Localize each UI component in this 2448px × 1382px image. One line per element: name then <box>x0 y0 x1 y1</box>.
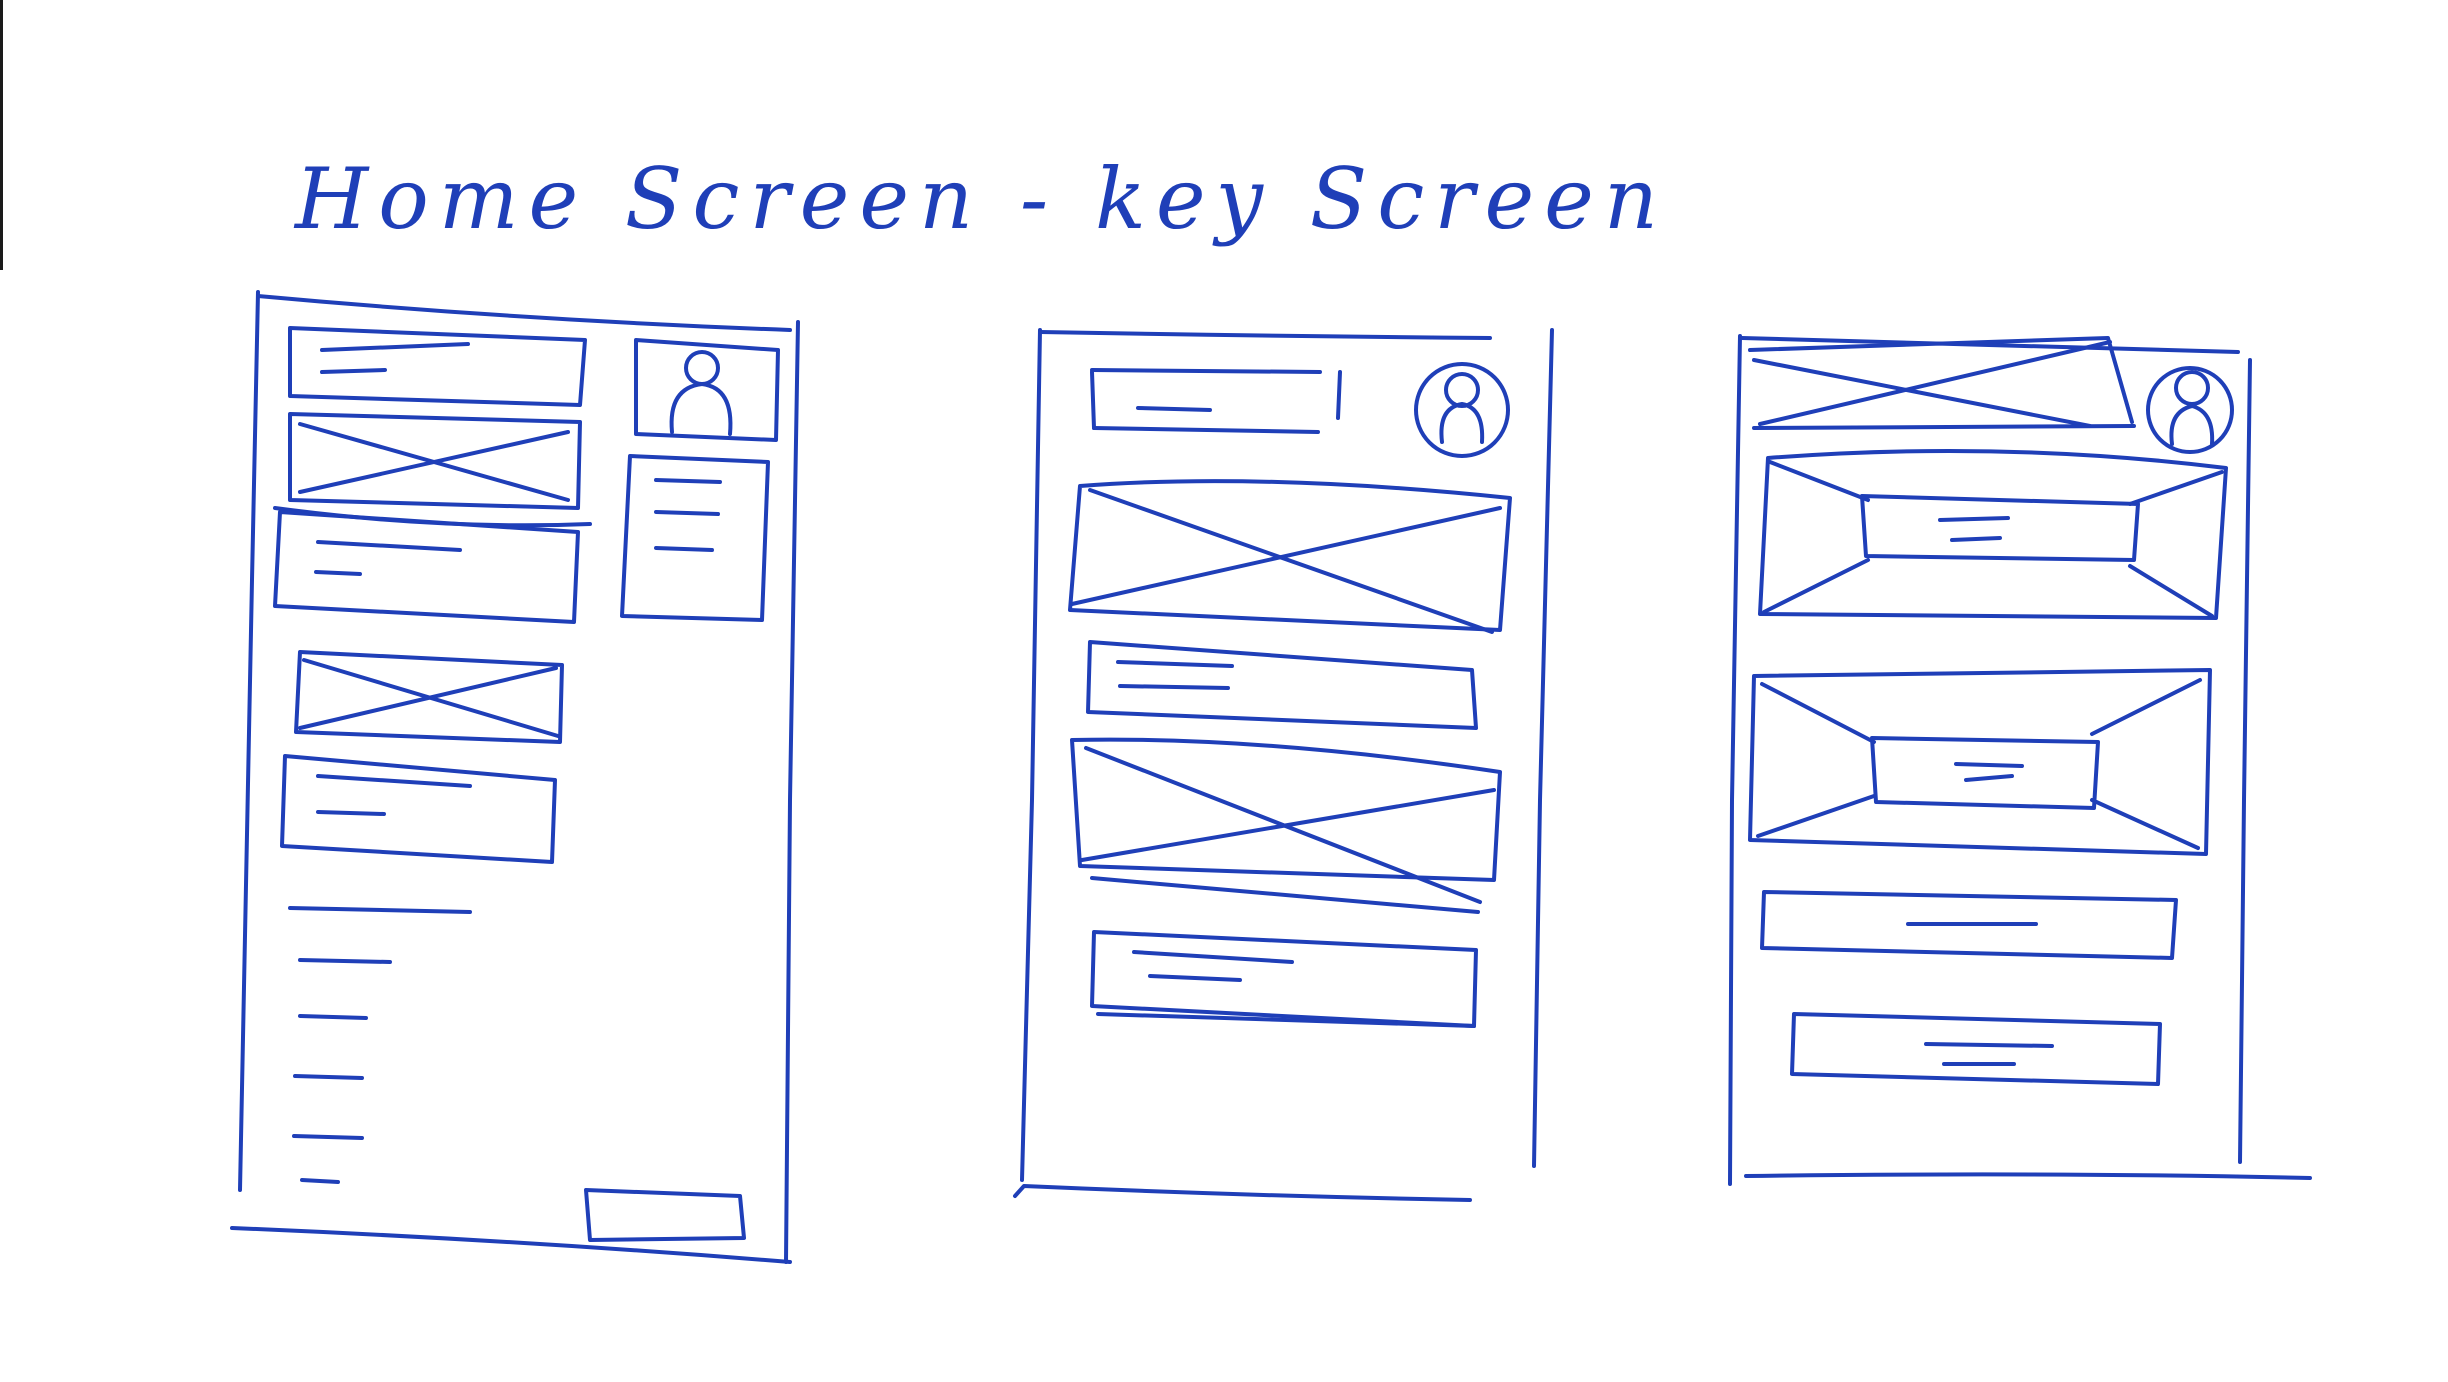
image-placeholder <box>1070 737 1502 914</box>
text-card <box>1086 640 1478 730</box>
wireframe-sketch-3 <box>1728 334 2312 1186</box>
text-card <box>280 754 557 864</box>
user-avatar-icon <box>2169 370 2215 446</box>
text-card <box>1090 930 1478 1028</box>
phone-frame <box>1013 328 1554 1202</box>
wireframe-sketches <box>230 290 2312 1264</box>
bottom-button <box>584 1188 746 1242</box>
image-placeholder <box>294 650 564 744</box>
header-image <box>1748 336 2136 430</box>
text-card <box>273 510 580 624</box>
wireframe-sketch-2 <box>1013 328 1554 1202</box>
side-menu <box>620 454 770 622</box>
user-avatar-icon <box>669 350 733 436</box>
profile-avatar <box>2146 366 2234 454</box>
menu-list <box>288 906 472 1184</box>
text-card <box>1790 1012 2162 1086</box>
text-card <box>1760 890 2178 960</box>
phone-frame <box>1728 334 2312 1186</box>
profile-avatar <box>634 338 780 442</box>
wireframe-sketch-1 <box>230 290 800 1264</box>
text-card <box>288 326 587 407</box>
header-bar <box>1090 368 1342 434</box>
image-placeholder <box>273 412 592 528</box>
profile-avatar <box>1414 362 1510 458</box>
user-avatar-icon <box>1439 372 1485 444</box>
image-placeholder <box>1068 479 1512 634</box>
banner-with-label <box>1758 448 2228 620</box>
banner-with-label <box>1748 668 2212 856</box>
